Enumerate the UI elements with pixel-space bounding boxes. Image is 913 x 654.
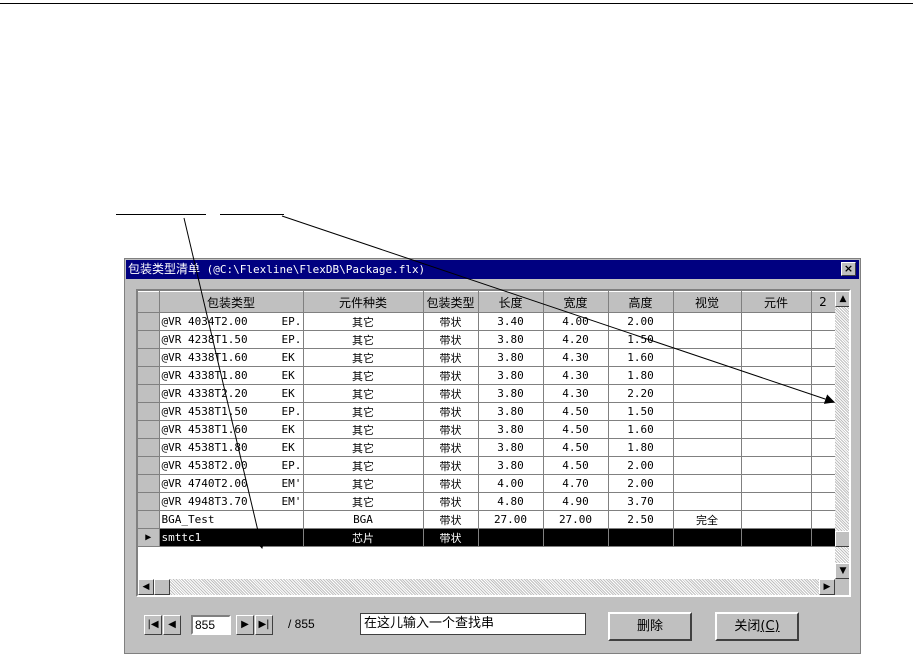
annotation-arrows xyxy=(183,215,835,549)
annotation-arrow-2 xyxy=(281,215,835,404)
annotation-arrow-1 xyxy=(183,217,265,549)
